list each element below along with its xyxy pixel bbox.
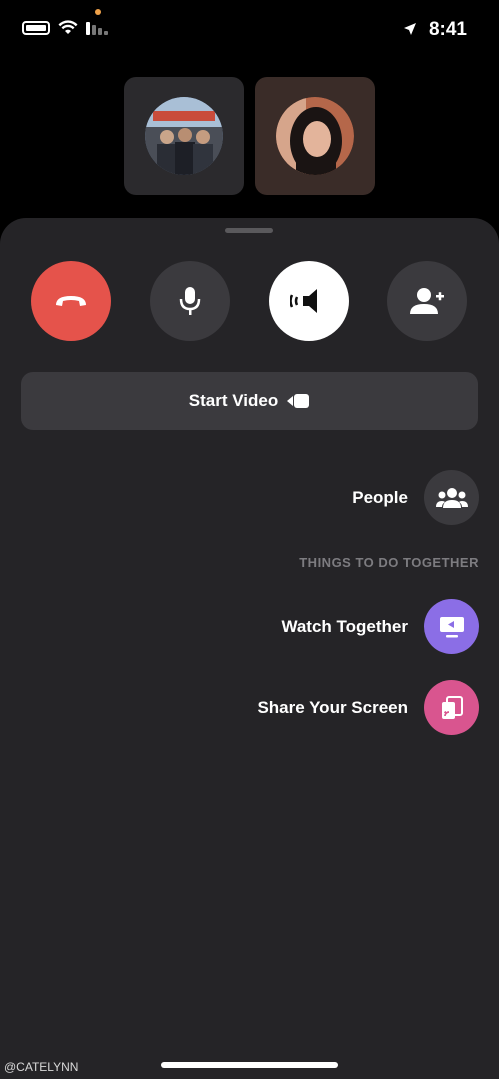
participant-avatar [145,97,223,175]
start-video-label: Start Video [188,391,279,410]
video-camera-icon [287,394,310,408]
status-time: 8:41 [428,19,467,40]
wifi-icon [58,20,78,34]
watch-together-icon [439,616,464,637]
share-screen-label: Share Your Screen [257,697,408,717]
participant-tile[interactable] [255,77,375,195]
participant-tile[interactable] [124,77,244,195]
people-label: People [352,487,408,507]
watch-together-row[interactable]: Watch Together [281,599,479,654]
speaker-icon [290,289,317,313]
participant-avatar [276,97,354,175]
end-call-button[interactable] [31,261,111,341]
battery-icon [22,20,50,35]
watch-together-icon-circle [424,599,479,654]
share-screen-icon-circle [424,680,479,735]
microphone-icon [179,287,201,315]
add-person-button[interactable] [387,261,467,341]
add-person-icon [410,288,444,314]
start-video-button[interactable]: Start Video [21,372,478,430]
call-controls-sheet: Start Video People THINGS TO DO TOGETHER… [0,218,499,1079]
speaker-button[interactable] [269,261,349,341]
phone-hangup-icon [56,296,86,306]
watch-together-label: Watch Together [281,616,408,636]
people-icon-circle [424,470,479,525]
status-icons [22,20,108,35]
share-screen-row[interactable]: Share Your Screen [257,680,479,735]
privacy-indicator-dot [95,9,101,15]
people-row[interactable]: People [352,470,479,525]
sheet-handle[interactable] [225,228,273,233]
watermark: @CATELYNN [4,1060,79,1074]
section-header: THINGS TO DO TOGETHER [299,555,479,570]
share-screen-icon [441,695,463,719]
mute-button[interactable] [150,261,230,341]
people-icon [435,487,468,508]
signal-icon [86,22,108,35]
location-arrow-icon [404,23,416,35]
home-indicator[interactable] [161,1062,338,1068]
